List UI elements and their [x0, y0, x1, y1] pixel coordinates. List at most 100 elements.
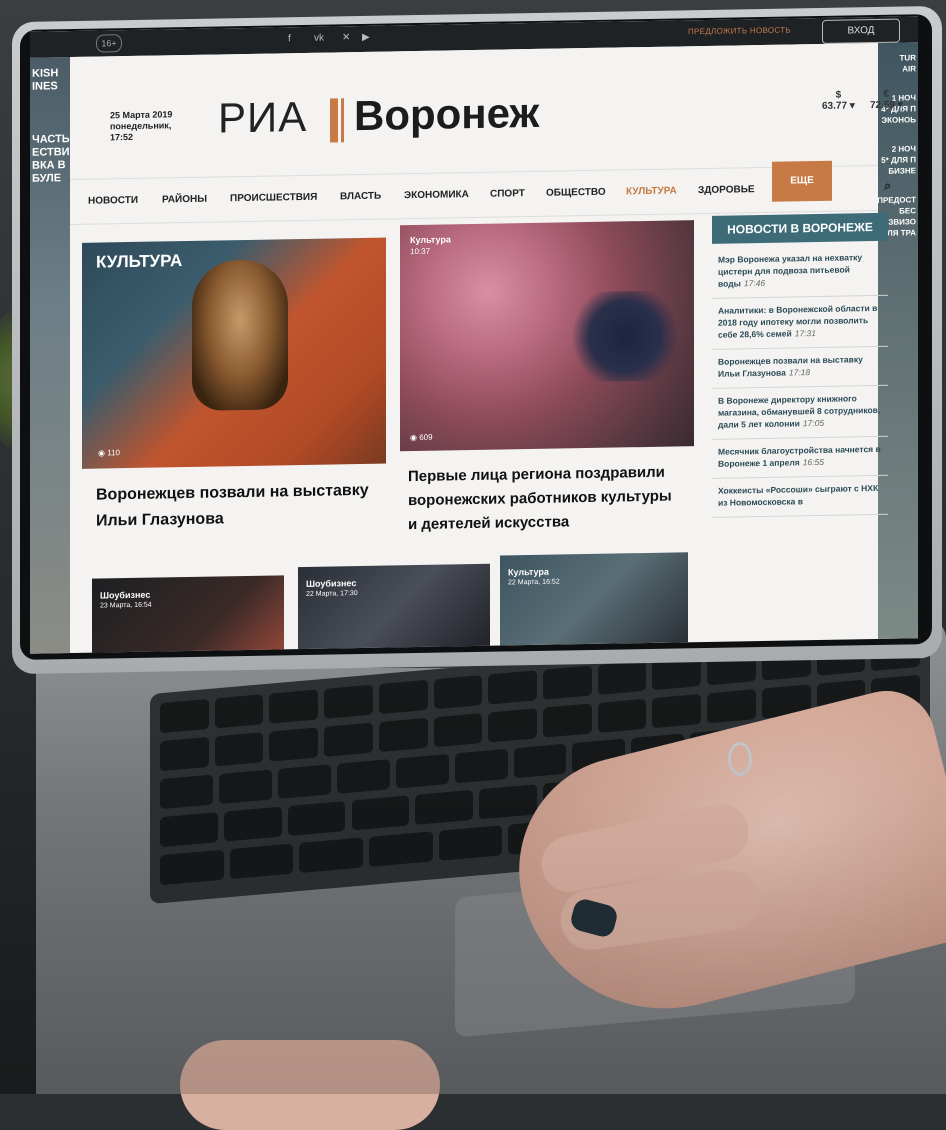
keyboard-key[interactable]	[378, 717, 428, 753]
keyboard-key[interactable]	[218, 769, 272, 805]
keyboard-key[interactable]	[160, 774, 213, 810]
logo-divider-thin	[341, 98, 344, 143]
suggest-news-link[interactable]: ПРЕДЛОЖИТЬ НОВОСТЬ	[688, 25, 791, 36]
keyboard-key[interactable]	[543, 665, 592, 700]
small-tile-section: Культура	[508, 566, 549, 578]
ad-right-text: ПРЕДОСТ	[877, 195, 916, 205]
keyboard-key[interactable]	[395, 753, 449, 789]
keyboard-key[interactable]	[479, 784, 537, 820]
laptop-screen: 16+ f vk ✕ ▶ ПРЕДЛОЖИТЬ НОВОСТЬ ВХОД KIS…	[30, 16, 918, 654]
keyboard-key[interactable]	[299, 837, 363, 874]
news-list-item[interactable]: В Воронеже директору книжного магазина, …	[712, 385, 888, 440]
keyboard-key[interactable]	[160, 698, 209, 734]
eur-value: 72.59 ▾	[870, 99, 903, 112]
views-counter: ◉ 609	[410, 432, 433, 443]
twitter-icon[interactable]: ✕	[342, 32, 350, 43]
news-list-item[interactable]: Мэр Воронежа указал на нехватку цистерн …	[712, 244, 888, 299]
keyboard-key[interactable]	[277, 764, 331, 799]
featured-headline-1[interactable]: Воронежцев позвали на выставку Ильи Глаз…	[96, 478, 386, 535]
current-date: 25 Марта 2019 понедельник, 17:52	[110, 109, 172, 143]
left-thumb	[180, 1040, 440, 1130]
keyboard-key[interactable]	[597, 698, 647, 733]
search-icon[interactable]: ⌕	[884, 178, 891, 194]
headline-line: воронежских работников культуры	[408, 487, 672, 510]
vk-icon[interactable]: vk	[314, 33, 324, 44]
keyboard-key[interactable]	[488, 708, 537, 743]
keyboard-key[interactable]	[214, 732, 264, 767]
news-item-time: 17:18	[788, 367, 811, 378]
views-count: 609	[419, 432, 433, 442]
keyboard-key[interactable]	[324, 722, 373, 757]
keyboard-key[interactable]	[324, 684, 373, 719]
keyboard-key[interactable]	[336, 759, 390, 794]
news-item-time: 17:46	[743, 277, 766, 289]
headline-line: и деятелей искусства	[408, 513, 570, 534]
featured-headline-2[interactable]: Первые лица региона поздравили воронежск…	[408, 460, 698, 537]
small-tile-1[interactable]: Шоубизнес 23 Марта, 16:54	[92, 575, 284, 654]
keyboard-key[interactable]	[269, 727, 319, 762]
facebook-icon[interactable]: f	[288, 33, 291, 44]
news-item-time: 16:55	[802, 456, 824, 468]
nav-item-news[interactable]: НОВОСТИ	[88, 195, 138, 207]
small-tile-2[interactable]: Шоубизнес 22 Марта, 17:30	[298, 563, 490, 654]
keyboard-key[interactable]	[707, 689, 756, 724]
ad-right-text: AIR	[902, 64, 916, 74]
nav-more-button[interactable]: ЕЩЕ	[772, 160, 832, 202]
nav-item-economy[interactable]: ЭКОНОМИКА	[404, 189, 469, 201]
logo-divider	[330, 98, 338, 143]
logo-ria[interactable]: РИА	[218, 93, 307, 143]
usd-symbol: $	[835, 89, 842, 101]
featured-tile-2[interactable]: Культура 10:37 ◉ 609	[400, 220, 694, 452]
news-list-item[interactable]: Воронежцев позвали на выставку Ильи Глаз…	[712, 346, 888, 389]
keyboard-key[interactable]	[368, 831, 433, 867]
berries	[570, 290, 680, 383]
keyboard-key[interactable]	[160, 849, 224, 886]
keyboard-key[interactable]	[454, 748, 508, 784]
featured-tile-1[interactable]: КУЛЬТУРА ◉ 110	[82, 237, 386, 469]
nav-item-society[interactable]: ОБЩЕСТВО	[546, 187, 606, 199]
keyboard-key[interactable]	[160, 812, 218, 848]
featured-section-label: Культура	[410, 234, 451, 246]
usd-value: 63.77 ▾	[822, 100, 855, 112]
keyboard-key[interactable]	[438, 825, 503, 861]
news-block-title[interactable]: НОВОСТИ В ВОРОНЕЖЕ	[712, 212, 888, 244]
nav-item-health[interactable]: ЗДОРОВЬЕ	[698, 184, 755, 196]
keyboard-key[interactable]	[652, 693, 702, 729]
keyboard-key[interactable]	[513, 743, 567, 779]
keyboard-key[interactable]	[287, 801, 346, 837]
nav-item-sport[interactable]: СПОРТ	[490, 188, 525, 200]
keyboard-key[interactable]	[378, 679, 428, 715]
views-counter: ◉ 110	[98, 448, 120, 458]
left-side-ad[interactable]: KISH INES ЧАСТЬ ЕСТВИЯ ВКА В БУЛЕ	[30, 57, 77, 654]
news-list-item[interactable]: Месячник благоустройства начнется в Воро…	[712, 436, 888, 479]
keyboard-key[interactable]	[543, 703, 592, 738]
small-tile-section: Шоубизнес	[306, 578, 357, 589]
nav-item-incidents[interactable]: ПРОИСШЕСТВИЯ	[230, 192, 317, 205]
nav-item-districts[interactable]: РАЙОНЫ	[162, 194, 207, 206]
news-item-time: 17:31	[794, 328, 817, 339]
login-button[interactable]: ВХОД	[822, 18, 900, 44]
keyboard-key[interactable]	[415, 789, 474, 825]
keyboard-key[interactable]	[160, 736, 209, 772]
keyboard-key[interactable]	[229, 843, 294, 880]
small-tile-date: 22 Марта, 17:30	[306, 590, 358, 598]
youtube-icon[interactable]: ▶	[362, 32, 370, 43]
nav-item-culture[interactable]: КУЛЬТУРА	[626, 185, 677, 197]
news-list: Мэр Воронежа указал на нехватку цистерн …	[712, 244, 888, 518]
keyboard-key[interactable]	[597, 660, 647, 695]
keyboard-key[interactable]	[488, 670, 537, 705]
keyboard-key[interactable]	[223, 806, 282, 842]
small-tile-3[interactable]: Культура 22 Марта, 16:52	[500, 552, 688, 646]
headline-line: Воронежцев позвали на выставку	[96, 481, 369, 504]
ad-right-text: ЭКОНОЬ	[881, 115, 916, 125]
logo-city[interactable]: Воронеж	[354, 89, 539, 140]
news-item-text: Месячник благоустройства начнется в Воро…	[718, 443, 881, 469]
nav-item-power[interactable]: ВЛАСТЬ	[340, 191, 381, 203]
news-list-item[interactable]: Аналитики: в Воронежской области в 2018 …	[712, 295, 888, 350]
news-list-item[interactable]: Хоккеисты «Россоши» сыграют с НХК из Нов…	[712, 475, 888, 518]
keyboard-key[interactable]	[351, 795, 410, 831]
keyboard-key[interactable]	[214, 694, 264, 729]
keyboard-key[interactable]	[269, 689, 319, 724]
keyboard-key[interactable]	[433, 675, 483, 710]
keyboard-key[interactable]	[433, 713, 483, 748]
